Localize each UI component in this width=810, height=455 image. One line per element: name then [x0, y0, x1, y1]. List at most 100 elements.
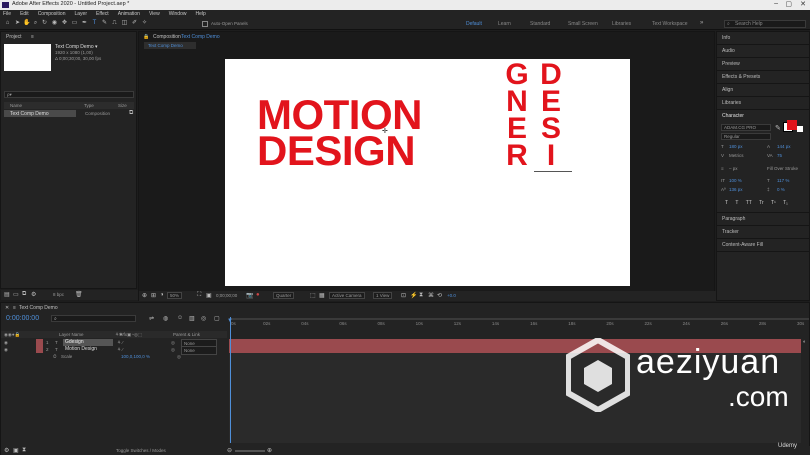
panel-effects-presets[interactable]: Effects & Presets — [717, 71, 809, 84]
roto-brush-icon[interactable]: ✐ — [131, 20, 138, 27]
magnify-icon[interactable]: ⊕ — [142, 292, 147, 299]
layer-name[interactable]: Gdesign — [63, 339, 113, 346]
list-item[interactable]: Text Comp Demo — [4, 110, 76, 117]
color-channel-icon[interactable]: ● — [256, 292, 260, 298]
fast-preview-icon[interactable]: ⚡ — [410, 292, 417, 299]
interpret-footage-icon[interactable]: ▤ — [4, 291, 10, 298]
font-family-select[interactable]: ADAM.CG PRO — [721, 124, 771, 131]
zoom-select[interactable]: 50% — [167, 292, 183, 299]
close-icon[interactable]: ✕ — [800, 0, 806, 8]
stopwatch-icon[interactable]: ⏱ — [53, 353, 57, 360]
type-tool-icon[interactable]: T — [91, 20, 98, 27]
resolution-select[interactable]: Quarter — [273, 292, 295, 299]
comp-canvas[interactable]: MOTION DESIGN G N E R D E S I ✛ — [225, 59, 630, 286]
vscale-value[interactable]: 100 % — [729, 178, 742, 183]
panel-libraries[interactable]: Libraries — [717, 97, 809, 110]
panel-align[interactable]: Align — [717, 84, 809, 97]
stroke-type-select[interactable]: Fill Over Stroke — [767, 166, 798, 171]
view-layout-select[interactable]: 1 View — [373, 292, 393, 299]
timeline-timecode[interactable]: 0:00:00:00 — [6, 315, 39, 322]
panel-menu-icon[interactable]: ≡ — [31, 34, 34, 40]
close-tab-icon[interactable]: ✕ — [5, 305, 9, 311]
comp-button-icon[interactable]: ◐ — [803, 339, 806, 345]
auto-open-checkbox[interactable] — [202, 21, 208, 27]
workspace-default[interactable]: Default — [466, 21, 482, 27]
tsume-value[interactable]: 0 % — [777, 187, 785, 192]
bpc-label[interactable]: 8 bpc — [53, 292, 64, 297]
subscript-button[interactable]: T₁ — [783, 200, 788, 206]
delete-icon[interactable]: 🗑 — [75, 291, 83, 298]
layer-switch-icon[interactable]: ⚘ ⁄ — [117, 339, 123, 346]
tracking-value[interactable]: Metrics — [729, 153, 744, 158]
superscript-button[interactable]: T¹ — [771, 200, 776, 206]
reset-exposure-icon[interactable]: ⟲ — [437, 292, 442, 299]
mask-visibility-icon[interactable]: ◑ — [160, 292, 164, 298]
menu-view[interactable]: View — [149, 10, 160, 18]
baseline-value[interactable]: 136 px — [729, 187, 743, 192]
workspace-libraries[interactable]: Libraries — [612, 21, 631, 27]
roi-icon[interactable]: ⬚ — [310, 292, 316, 299]
mask-tool-icon[interactable]: ▭ — [71, 20, 78, 27]
more-workspaces-icon[interactable]: » — [700, 20, 703, 26]
selection-tool-icon[interactable]: ➤ — [14, 20, 21, 27]
toggle-switches-modes[interactable]: Toggle Switches / Modes — [116, 448, 166, 453]
project-settings-icon[interactable]: ⚙ — [31, 291, 36, 298]
maximize-icon[interactable]: ▢ — [785, 0, 792, 8]
expand-modes-icon[interactable]: ▣ — [13, 447, 19, 454]
menu-help[interactable]: Help — [195, 10, 205, 18]
timeline-icon[interactable]: ⧗ — [419, 292, 423, 299]
project-search-input[interactable]: ρ▾ — [4, 91, 134, 98]
motion-design-text[interactable]: MOTION DESIGN — [257, 94, 422, 172]
col-type[interactable]: Type — [84, 103, 94, 108]
col-parent[interactable]: Parent & Link — [173, 332, 200, 337]
minimize-icon[interactable]: – — [774, 0, 778, 7]
time-ruler[interactable]: 0s 02s 04s 06s 08s 10s 12s 14s 16s 18s 20s 22s 24s 26… — [229, 321, 809, 329]
pan-behind-tool-icon[interactable]: ✥ — [61, 20, 68, 27]
new-comp-icon[interactable]: ⧉ — [22, 291, 26, 298]
anchor-point-icon[interactable]: ✛ — [382, 127, 388, 135]
visibility-icon[interactable]: ◉ — [4, 346, 8, 353]
draft-3d-icon[interactable]: ◍ — [163, 315, 168, 322]
work-area-bar[interactable] — [229, 318, 809, 320]
panel-audio[interactable]: Audio — [717, 45, 809, 58]
eyedropper-icon[interactable]: ✎ — [775, 124, 781, 132]
stroke-width-value[interactable]: – px — [729, 166, 738, 171]
table-row[interactable]: ◉ 2 T Motion Design ⚘ ⁄ ◎ None — [1, 346, 227, 355]
comp-flow-icon[interactable]: ⇌ — [149, 315, 154, 322]
property-row[interactable]: ⏱ Scale 100,0,100,0 % ◎ — [1, 353, 227, 360]
home-icon[interactable]: ⌂ — [4, 20, 11, 27]
frame-blend-icon[interactable]: ▥ — [189, 315, 195, 322]
kerning-value[interactable]: 75 — [777, 153, 782, 158]
font-size-value[interactable]: 180 px — [729, 144, 743, 149]
vertical-text-col-2[interactable]: D E S I — [539, 60, 563, 171]
eraser-tool-icon[interactable]: ◫ — [121, 20, 128, 27]
hand-tool-icon[interactable]: ✋ — [23, 20, 30, 27]
zoom-tool-icon[interactable]: ⌕ — [32, 20, 39, 27]
graph-editor-icon[interactable]: ▢ — [214, 315, 220, 322]
property-pickwhip-icon[interactable]: ◎ — [177, 353, 181, 360]
motion-blur-icon[interactable]: ◎ — [201, 315, 206, 322]
menu-effect[interactable]: Effect — [96, 10, 109, 18]
panel-paragraph[interactable]: Paragraph — [717, 213, 809, 226]
fill-color-swatch[interactable] — [787, 120, 797, 130]
parent-pickwhip-icon[interactable]: ◎ — [171, 339, 175, 346]
timeline-menu-icon[interactable]: ≡ — [13, 305, 16, 311]
project-tab[interactable]: Project — [6, 34, 22, 40]
workspace-text[interactable]: Text Workspace — [652, 21, 687, 27]
camera-select[interactable]: Active Camera — [329, 292, 365, 299]
panel-tracker[interactable]: Tracker — [717, 226, 809, 239]
faux-bold-button[interactable]: T — [725, 200, 728, 206]
label-color-swatch[interactable] — [36, 339, 43, 346]
hscale-value[interactable]: 117 % — [777, 178, 789, 183]
workspace-learn[interactable]: Learn — [498, 21, 511, 27]
panel-info[interactable]: Info — [717, 32, 809, 45]
panel-content-aware-fill[interactable]: Content-Aware Fill — [717, 239, 809, 252]
small-caps-button[interactable]: Tr — [759, 200, 764, 206]
expand-time-icon[interactable]: ⧗ — [22, 447, 26, 454]
shy-icon[interactable]: ☺ — [177, 315, 183, 321]
puppet-tool-icon[interactable]: ✧ — [141, 20, 148, 27]
comp-panel-name[interactable]: Text Comp Demo — [181, 34, 220, 40]
rotate-tool-icon[interactable]: ↻ — [41, 20, 48, 27]
playhead-handle-icon[interactable]: ▼ — [227, 318, 233, 324]
brush-tool-icon[interactable]: ✎ — [101, 20, 108, 27]
